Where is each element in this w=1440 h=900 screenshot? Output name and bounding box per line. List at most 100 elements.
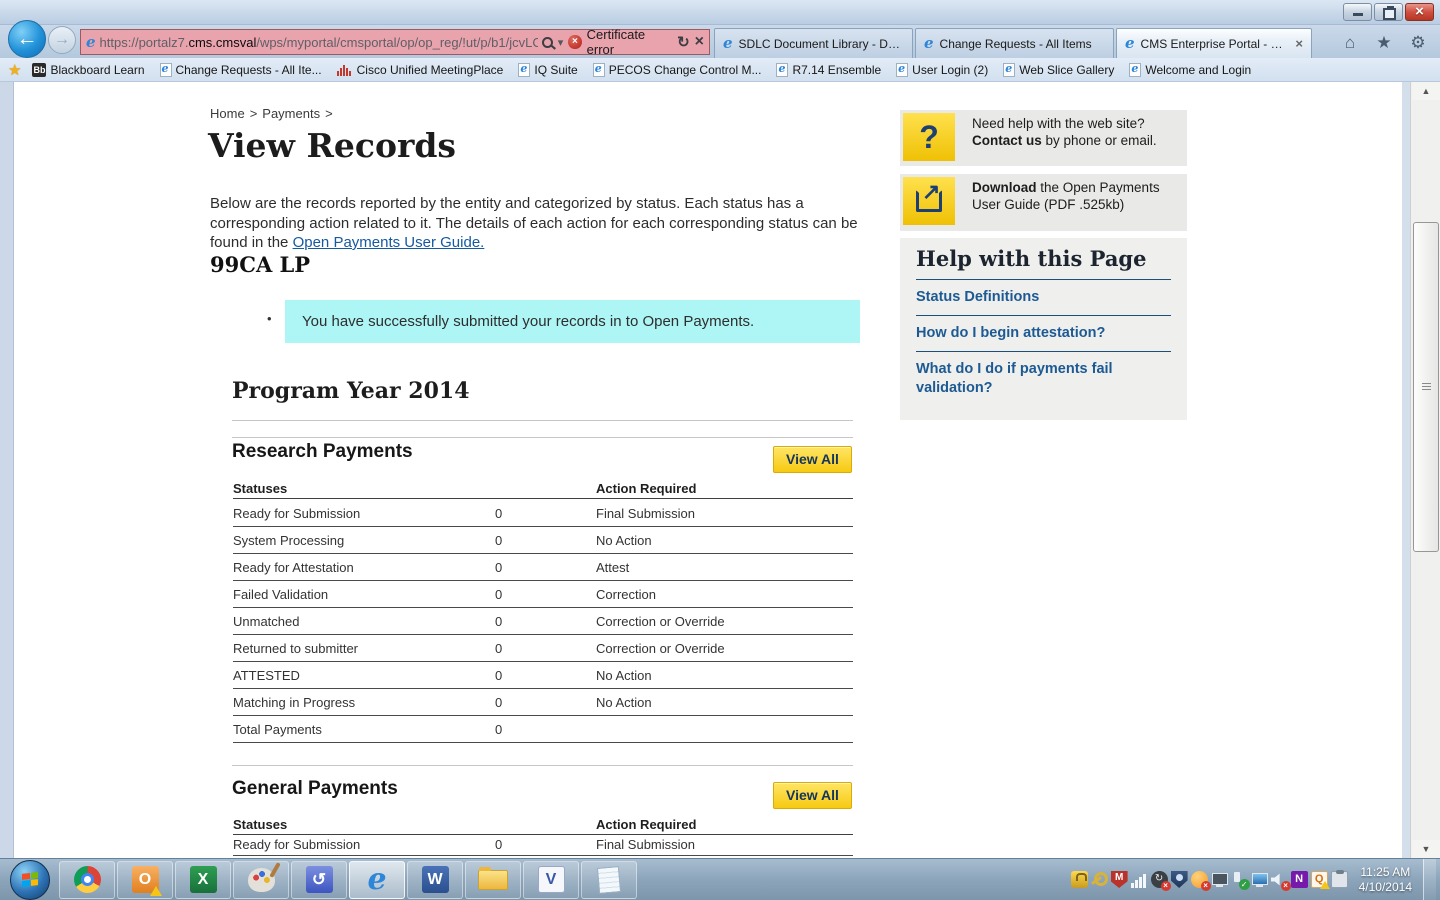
action-cell: No Action (596, 695, 853, 710)
certificate-error-icon: × (568, 35, 581, 49)
taskbar-outlook-button[interactable]: O (117, 861, 173, 899)
remote-display-icon[interactable] (1251, 871, 1268, 888)
home-icon[interactable] (1338, 31, 1362, 55)
favorite-web-slice-gallery[interactable]: Web Slice Gallery (999, 63, 1118, 77)
url-path: /wps/myportal/cmsportal/op/op_reg/!ut/p/… (256, 35, 538, 50)
onenote-icon[interactable] (1291, 871, 1308, 888)
key-icon[interactable] (1091, 871, 1108, 888)
clipboard-power-icon[interactable] (1331, 871, 1348, 888)
general-table-header: Statuses Action Required (233, 817, 853, 835)
favorite-label: Change Requests - All Ite... (176, 63, 322, 77)
certificate-error-badge[interactable]: × Certificate error (568, 27, 672, 57)
display-icon[interactable] (1211, 871, 1228, 888)
back-button[interactable]: ← (8, 20, 46, 58)
lock-icon[interactable] (1071, 871, 1088, 888)
general-view-all-button[interactable]: View All (773, 782, 852, 809)
favorite-pecos[interactable]: PECOS Change Control M... (589, 63, 766, 77)
favorite-welcome-login[interactable]: Welcome and Login (1125, 63, 1255, 77)
window-right-frame (1402, 82, 1410, 858)
forward-button[interactable]: → (48, 26, 76, 54)
signal-bars-icon[interactable] (1131, 871, 1148, 888)
ie-page-icon (1003, 63, 1015, 77)
taskbar-paint-button[interactable] (233, 861, 289, 899)
open-payments-user-guide-link[interactable]: Open Payments User Guide. (293, 234, 485, 251)
stop-icon[interactable] (695, 33, 704, 51)
address-dropdown-icon[interactable] (558, 33, 564, 51)
favorites-icon[interactable] (1372, 31, 1396, 55)
divider-line (916, 351, 1171, 352)
scroll-down-icon[interactable] (1412, 840, 1440, 858)
taskbar-lync-button[interactable]: ↺ (291, 861, 347, 899)
begin-attestation-link[interactable]: How do I begin attestation? (916, 324, 1171, 351)
close-button[interactable] (1405, 3, 1434, 21)
count-cell: 0 (495, 506, 596, 521)
vertical-scrollbar[interactable] (1410, 82, 1440, 858)
status-cell: Total Payments (233, 722, 495, 737)
tab-change-requests[interactable]: e Change Requests - All Items (915, 28, 1114, 58)
tab-favicon: e (924, 36, 934, 51)
ie-page-icon (776, 63, 788, 77)
divider-line (232, 765, 853, 766)
tab-close-icon[interactable] (1295, 36, 1303, 51)
contact-us-text[interactable]: Contact us (972, 133, 1042, 148)
contact-help-box[interactable]: ? Need help with the web site? Contact u… (900, 110, 1187, 166)
status-error-icon[interactable] (1191, 871, 1208, 888)
scrollbar-thumb[interactable] (1413, 222, 1439, 552)
status-definitions-link[interactable]: Status Definitions (916, 288, 1171, 315)
favorite-blackboard[interactable]: BbBlackboard Learn (28, 63, 148, 77)
taskbar-explorer-button[interactable] (465, 861, 521, 899)
tools-gear-icon[interactable] (1406, 31, 1430, 55)
action-cell: Final Submission (596, 837, 853, 852)
taskbar-word-button[interactable]: W (407, 861, 463, 899)
tab-favicon: e (723, 36, 733, 51)
address-bar[interactable]: e https://portalz7.cms.cmsval/wps/myport… (80, 29, 710, 55)
browser-action-icons (1338, 31, 1430, 55)
tab-sdlc-document-library[interactable]: e SDLC Document Library - Doc... (714, 28, 913, 58)
breadcrumb-home[interactable]: Home (210, 106, 245, 121)
download-text-bold[interactable]: Download (972, 180, 1037, 195)
show-desktop-button[interactable] (1423, 859, 1436, 900)
restore-button[interactable] (1374, 3, 1403, 21)
ie-page-icon (1129, 63, 1141, 77)
tab-cms-enterprise-portal[interactable]: e CMS Enterprise Portal - Reg... (1116, 28, 1312, 58)
taskbar-clock[interactable]: 11:25 AM 4/10/2014 (1351, 865, 1420, 895)
outlook-icon: O (132, 866, 159, 893)
status-cell: Failed Validation (233, 587, 495, 602)
start-button[interactable] (10, 860, 50, 900)
taskbar-notepad-button[interactable] (581, 861, 637, 899)
research-table-header: Statuses Action Required (233, 481, 853, 499)
favorite-user-login[interactable]: User Login (2) (892, 63, 992, 77)
scroll-up-icon[interactable] (1412, 82, 1440, 100)
favorite-change-requests[interactable]: Change Requests - All Ite... (156, 63, 326, 77)
mcafee-shield-icon[interactable] (1111, 871, 1128, 888)
success-message: You have successfully submitted your rec… (302, 313, 754, 330)
favorite-iq-suite[interactable]: IQ Suite (514, 63, 581, 77)
contact-help-text: Need help with the web site? Contact us … (958, 110, 1187, 166)
refresh-icon[interactable] (677, 33, 690, 52)
breadcrumb-payments[interactable]: Payments (262, 106, 320, 121)
table-row: Matching in Progress0No Action (233, 689, 853, 716)
research-view-all-button[interactable]: View All (773, 446, 852, 473)
payments-fail-validation-link[interactable]: What do I do if payments fail validation… (916, 360, 1146, 406)
action-cell: Correction or Override (596, 641, 853, 656)
search-icon[interactable] (542, 37, 553, 48)
security-shield-user-icon[interactable] (1171, 871, 1188, 888)
taskbar-chrome-button[interactable] (59, 861, 115, 899)
q-app-warning-icon[interactable] (1311, 871, 1328, 888)
sync-error-icon[interactable] (1151, 871, 1168, 888)
taskbar-internet-explorer-button[interactable]: e (349, 861, 405, 899)
volume-muted-icon[interactable] (1271, 871, 1288, 888)
favorites-bar: BbBlackboard Learn Change Requests - All… (0, 58, 1440, 82)
taskbar-excel-button[interactable]: X (175, 861, 231, 899)
url-text[interactable]: https://portalz7.cms.cmsval/wps/myportal… (100, 35, 539, 50)
minimize-button[interactable] (1343, 3, 1372, 21)
taskbar-visio-button[interactable]: V (523, 861, 579, 899)
usb-device-ok-icon[interactable] (1231, 871, 1248, 888)
general-payments-heading: General Payments (232, 778, 398, 800)
url-prefix: https://portalz7. (100, 35, 189, 50)
favorite-r714-ensemble[interactable]: R7.14 Ensemble (772, 63, 885, 77)
add-favorite-star-icon[interactable] (8, 61, 21, 79)
download-guide-box[interactable]: Download the Open Payments User Guide (P… (900, 174, 1187, 231)
count-cell: 0 (495, 560, 596, 575)
favorite-cisco-meetingplace[interactable]: Cisco Unified MeetingPlace (333, 63, 508, 77)
